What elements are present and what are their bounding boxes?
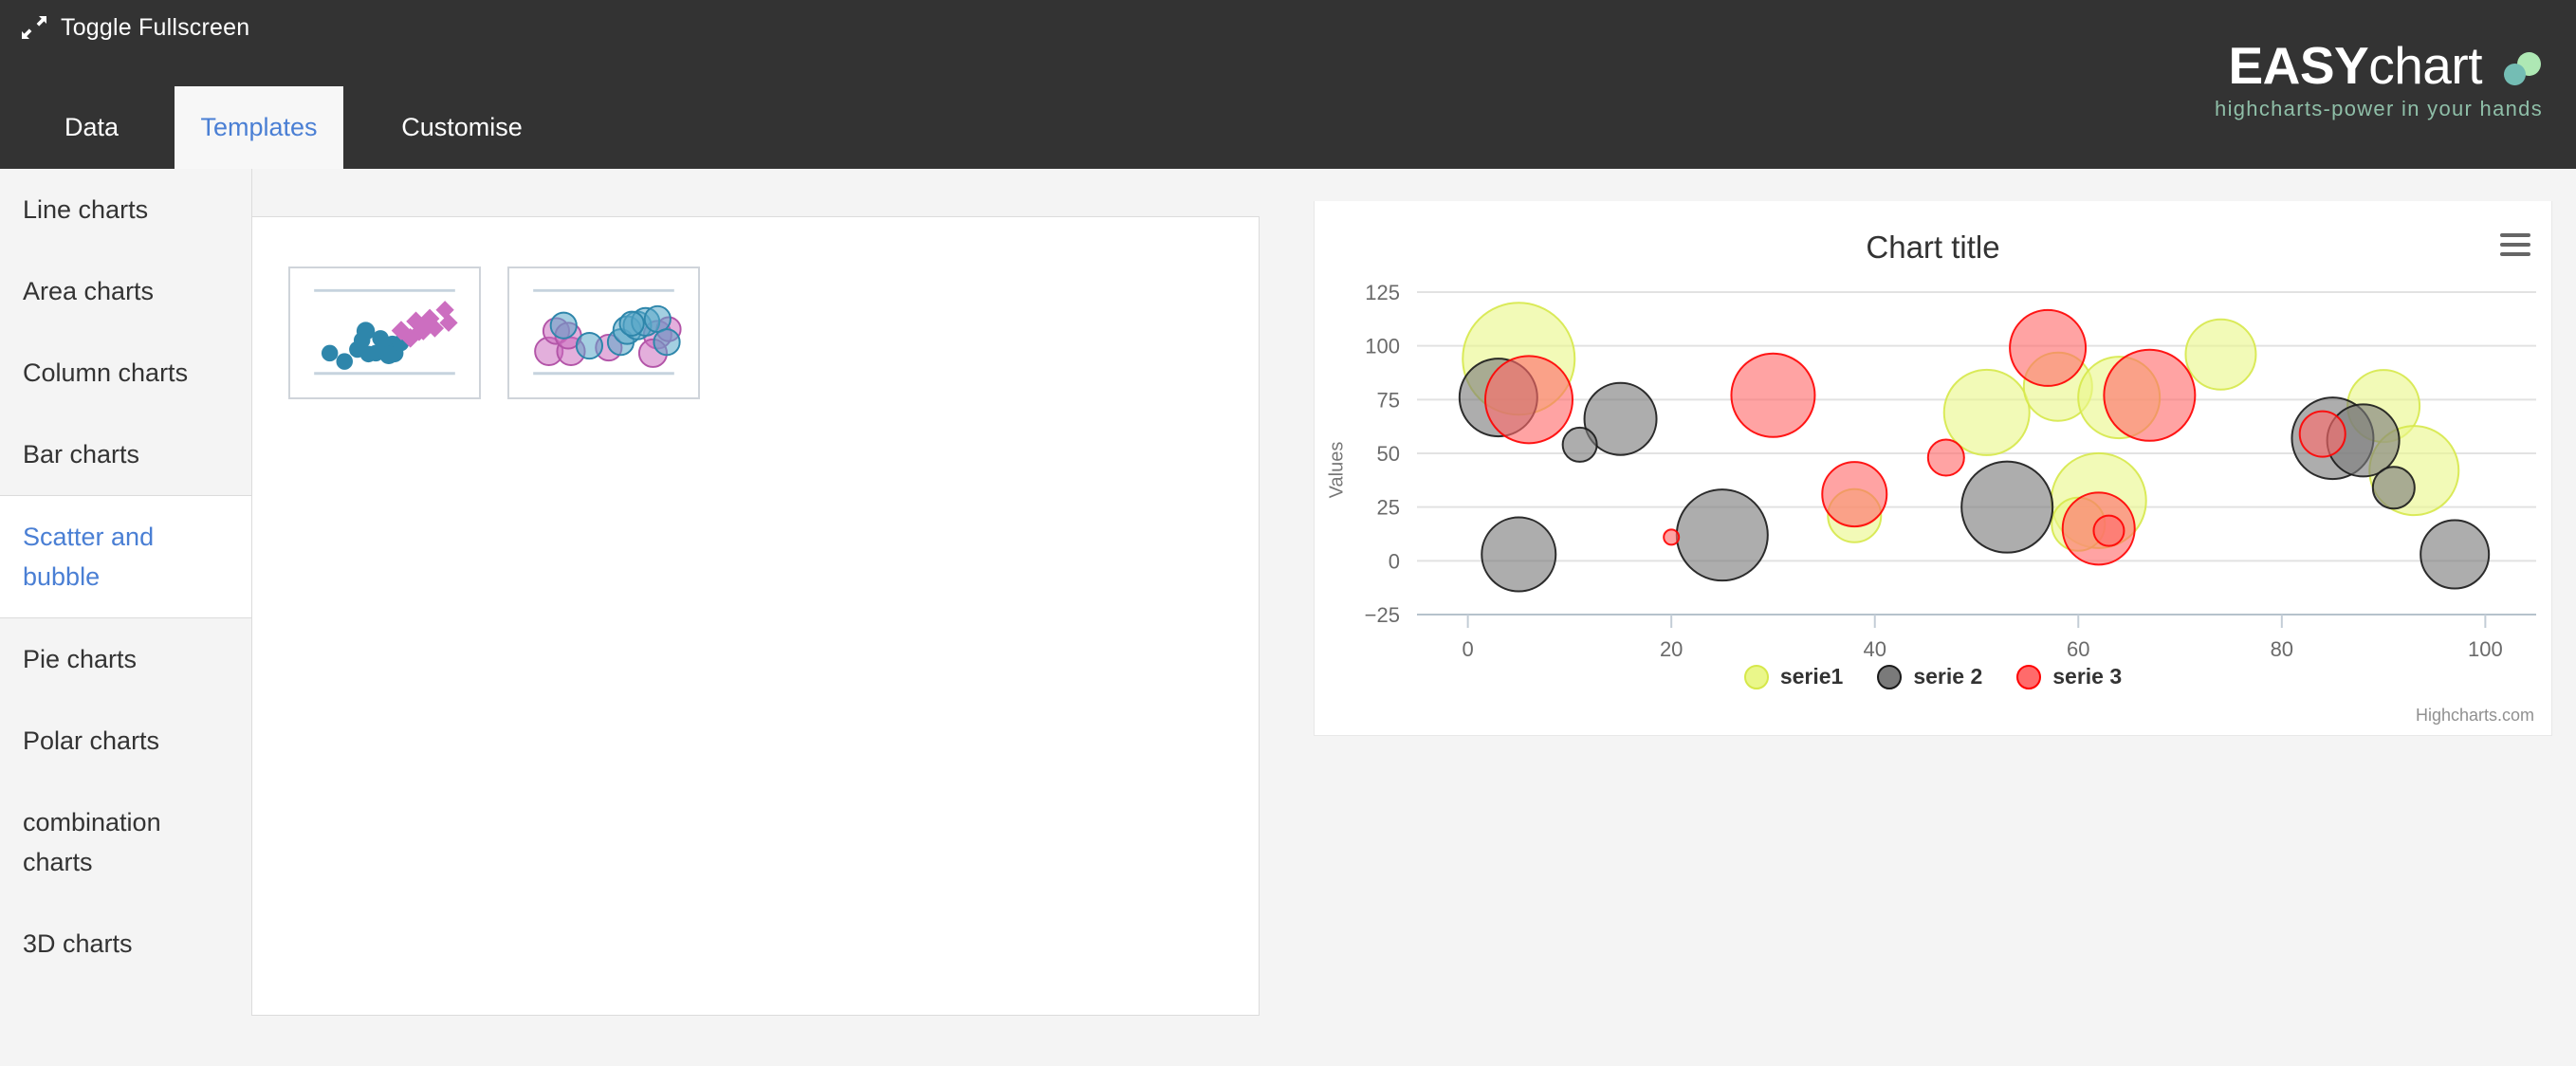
x-tick-label: 0 bbox=[1463, 637, 1474, 661]
sidebar-label: Scatter and bubble bbox=[23, 523, 155, 591]
toggle-fullscreen-label: Toggle Fullscreen bbox=[61, 13, 250, 41]
legend-item-serie-3[interactable]: serie 3 bbox=[2016, 664, 2122, 689]
sidebar-item-area-charts[interactable]: Area charts bbox=[0, 250, 252, 332]
chart-legend: serie1 serie 2 serie 3 bbox=[1315, 664, 2551, 689]
logo-dot-teal-icon bbox=[2504, 64, 2526, 86]
legend-swatch-icon bbox=[1877, 664, 1903, 689]
legend-label: serie1 bbox=[1779, 664, 1844, 689]
sidebar-label: Area charts bbox=[23, 277, 155, 305]
sidebar-label: 3D charts bbox=[23, 929, 133, 958]
y-tick-label: 75 bbox=[1377, 388, 1400, 412]
main-tabs: Data Templates Customise bbox=[0, 86, 2576, 169]
sidebar-item-polar-charts[interactable]: Polar charts bbox=[0, 700, 252, 781]
workspace: Line charts Area charts Column charts Ba… bbox=[0, 169, 2576, 1066]
x-tick-label: 20 bbox=[1660, 637, 1683, 661]
sidebar-label: combination charts bbox=[23, 808, 161, 876]
sidebar-item-column-charts[interactable]: Column charts bbox=[0, 332, 252, 414]
bubble-point bbox=[1481, 516, 1557, 593]
tab-customise-label: Customise bbox=[401, 113, 523, 141]
bubble-template-thumbnail[interactable] bbox=[507, 266, 700, 399]
tab-data[interactable]: Data bbox=[18, 86, 165, 169]
bubble-chart-plot: −25 0 25 50 75 100 125 0 20 40 60 80 100 bbox=[1365, 281, 2536, 661]
bubble-point bbox=[2184, 318, 2257, 391]
y-tick-label: 0 bbox=[1389, 549, 1400, 573]
tab-templates-label: Templates bbox=[200, 113, 318, 141]
bubble-point bbox=[1926, 438, 1965, 477]
bubble-point bbox=[2298, 410, 2346, 458]
sidebar-label: Line charts bbox=[23, 195, 149, 224]
chart-preview-card: Chart title Values −25 0 25 50 75 100 125 0 20 40… bbox=[1314, 201, 2552, 736]
y-tick-label: 50 bbox=[1377, 442, 1400, 466]
bubble-point bbox=[1663, 528, 1681, 546]
bubble-point bbox=[1484, 355, 1573, 445]
x-tick-label: 60 bbox=[2067, 637, 2089, 661]
legend-swatch-icon bbox=[2016, 664, 2042, 689]
legend-label: serie 3 bbox=[2052, 664, 2123, 689]
legend-item-serie1[interactable]: serie1 bbox=[1743, 664, 1844, 689]
x-tick-label: 100 bbox=[2468, 637, 2503, 661]
tab-templates[interactable]: Templates bbox=[175, 86, 343, 169]
expand-arrows-icon bbox=[22, 16, 46, 39]
x-tick-label: 40 bbox=[1863, 637, 1886, 661]
bubble-point bbox=[1675, 488, 1769, 582]
x-tick-label: 80 bbox=[2271, 637, 2293, 661]
sidebar-item-line-charts[interactable]: Line charts bbox=[0, 169, 252, 250]
legend-item-serie-2[interactable]: serie 2 bbox=[1877, 664, 1982, 689]
legend-swatch-icon bbox=[1743, 664, 1769, 689]
toggle-fullscreen-button[interactable]: Toggle Fullscreen bbox=[21, 8, 249, 47]
sidebar-label: Column charts bbox=[23, 358, 189, 387]
legend-label: serie 2 bbox=[1913, 664, 1983, 689]
bubble-point bbox=[1960, 460, 2054, 554]
easychart-logo: EASYchart highcharts-power in your hands bbox=[2215, 38, 2543, 121]
y-tick-label: 125 bbox=[1365, 281, 1400, 304]
chart-type-sidebar: Line charts Area charts Column charts Ba… bbox=[0, 169, 254, 984]
tab-data-label: Data bbox=[64, 113, 120, 141]
bubble-point bbox=[1821, 461, 1888, 528]
y-tick-label: 100 bbox=[1365, 335, 1400, 358]
logo-tagline: highcharts-power in your hands bbox=[2215, 97, 2543, 120]
sidebar-label: Bar charts bbox=[23, 440, 140, 469]
bubble-point bbox=[1730, 352, 1816, 438]
sidebar-item-3d-charts[interactable]: 3D charts bbox=[0, 903, 252, 984]
sidebar-item-bar-charts[interactable]: Bar charts bbox=[0, 414, 252, 495]
bubble-point bbox=[2009, 308, 2088, 387]
logo-dots-icon bbox=[2493, 50, 2543, 88]
top-bar: Toggle Fullscreen Data Templates Customi… bbox=[0, 0, 2576, 169]
sidebar-label: Pie charts bbox=[23, 645, 138, 673]
bubble-point bbox=[2420, 519, 2491, 590]
sidebar-item-combination-charts[interactable]: combination charts bbox=[0, 781, 252, 903]
bubble-point bbox=[1561, 426, 1598, 463]
template-thumbnail-list bbox=[288, 266, 700, 399]
bubble-point bbox=[2103, 348, 2197, 442]
y-tick-label: 25 bbox=[1377, 496, 1400, 520]
y-tick-label: −25 bbox=[1365, 603, 1400, 627]
scatter-template-thumbnail[interactable] bbox=[288, 266, 481, 399]
bubble-point bbox=[2092, 514, 2125, 547]
logo-wordmark: EASYchart bbox=[2215, 38, 2543, 93]
logo-easy-text: EASY bbox=[2228, 36, 2369, 95]
templates-panel bbox=[251, 216, 1260, 1016]
sidebar-item-pie-charts[interactable]: Pie charts bbox=[0, 618, 252, 700]
sidebar-item-scatter-and-bubble[interactable]: Scatter and bubble bbox=[0, 495, 254, 618]
highcharts-credits: Highcharts.com bbox=[2415, 706, 2534, 725]
sidebar-label: Polar charts bbox=[23, 726, 160, 755]
tab-customise[interactable]: Customise bbox=[353, 86, 571, 169]
bubble-point bbox=[2371, 466, 2416, 510]
logo-chart-text: chart bbox=[2368, 36, 2482, 95]
